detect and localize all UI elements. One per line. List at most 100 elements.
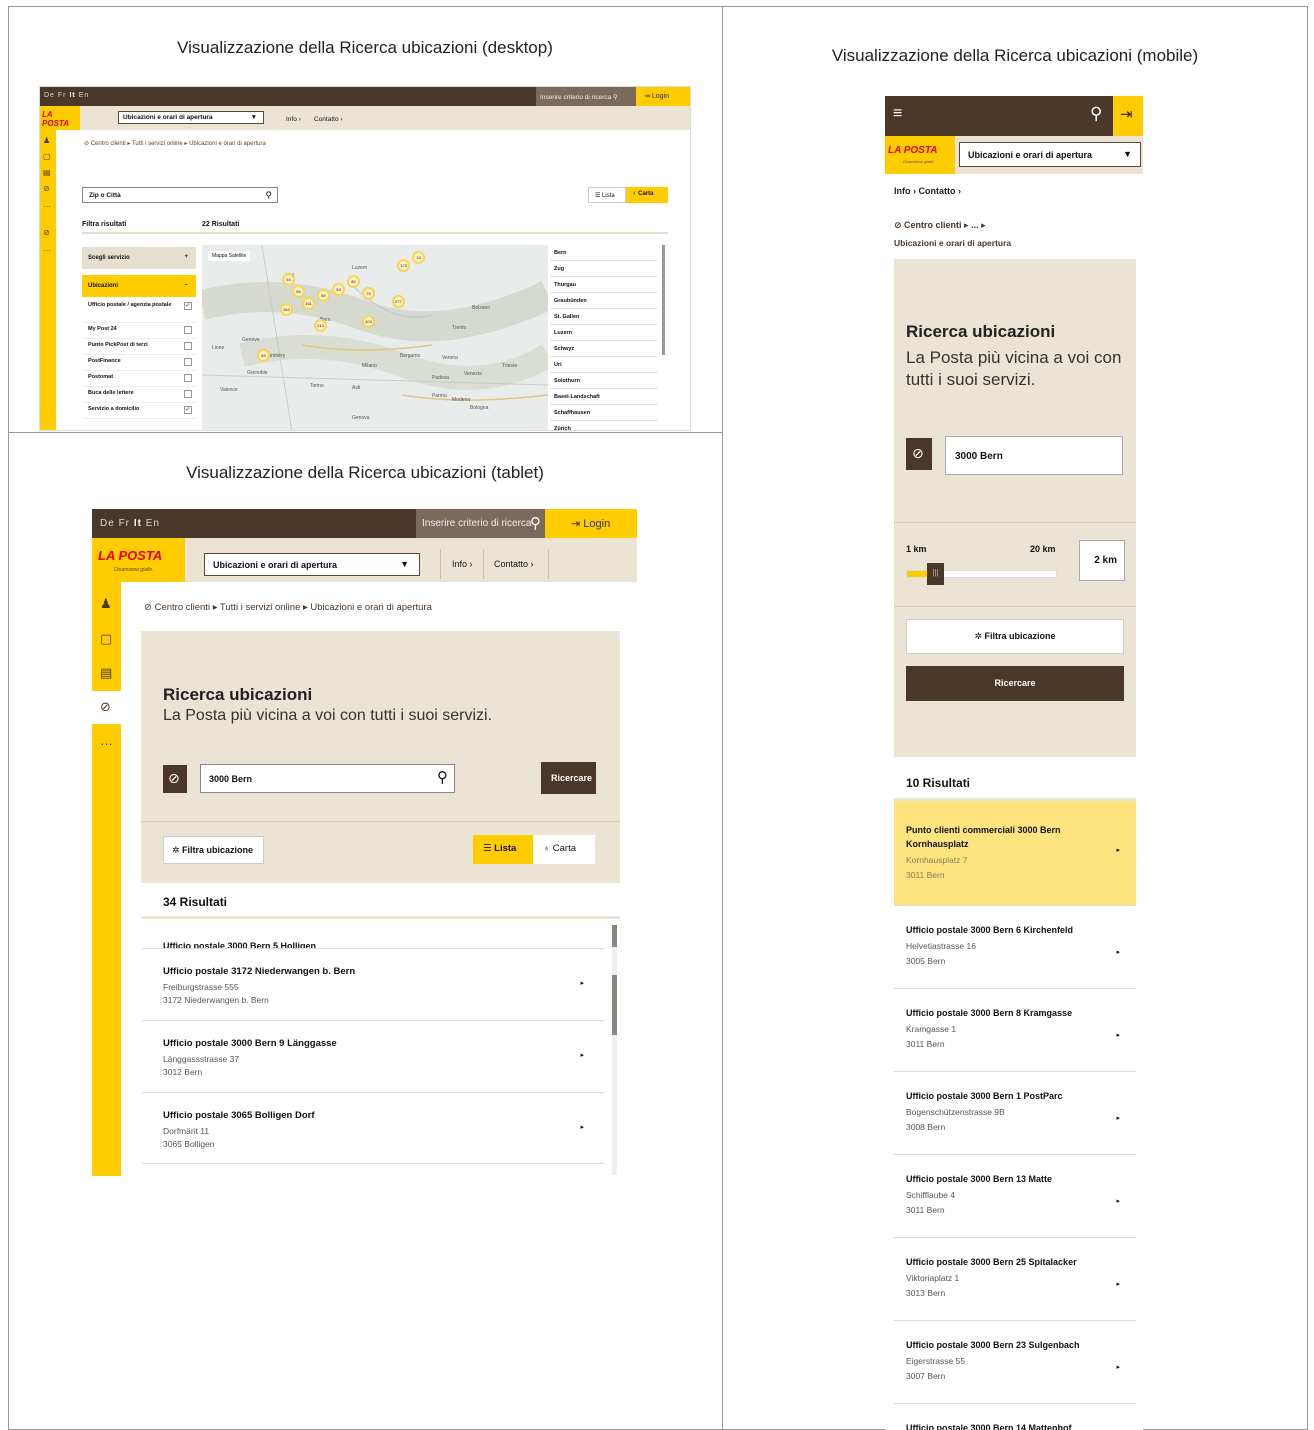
- scrollbar[interactable]: [612, 925, 617, 1175]
- filter-item[interactable]: Punto PickPost di terzi: [82, 339, 196, 355]
- map-cluster-marker[interactable]: 213: [314, 319, 327, 332]
- map-cluster-marker[interactable]: 80: [347, 275, 360, 288]
- person-icon[interactable]: ♟: [100, 596, 112, 612]
- search-icon[interactable]: ⚲: [437, 768, 448, 786]
- map-cluster-marker[interactable]: 173: [397, 259, 410, 272]
- map-cluster-marker[interactable]: 69: [257, 349, 270, 362]
- lang-fr[interactable]: Fr: [119, 518, 130, 529]
- list-item[interactable]: Ufficio postale 3172 Niederwangen b. Ber…: [141, 948, 604, 1020]
- breadcrumb-text[interactable]: Centro clienti ▸ Tutti i servizi online …: [155, 602, 432, 613]
- logo[interactable]: LA POSTA Dinamismo giallo.: [92, 538, 185, 582]
- search-icon[interactable]: ⚲: [265, 190, 272, 201]
- service-dropdown[interactable]: Ubicazioni e orari di apertura ▼: [959, 142, 1141, 167]
- canton-item[interactable]: Uri: [550, 357, 658, 373]
- map-cluster-marker[interactable]: 263: [280, 303, 293, 316]
- checkbox-checked[interactable]: ✓: [184, 406, 192, 414]
- locate-button[interactable]: ⊘: [163, 765, 187, 793]
- checkbox-checked[interactable]: ✓: [184, 302, 192, 310]
- filter-item[interactable]: Ufficio postale / agenzia postale ✓: [82, 299, 196, 323]
- zip-search-input[interactable]: Zip o Città ⚲: [82, 187, 278, 203]
- checkbox[interactable]: [184, 326, 192, 334]
- list-item[interactable]: Ufficio postale 3000 Bern 8 Kramgasse Kra…: [894, 989, 1136, 1072]
- canton-item[interactable]: Solothurn: [550, 373, 658, 389]
- list-item[interactable]: Ufficio postale 3000 Bern 14 Mattenhof: [894, 1404, 1136, 1430]
- compass-icon[interactable]: ⊘: [43, 228, 50, 237]
- filter-location-button[interactable]: ✲ Filtra ubicazione: [906, 619, 1124, 654]
- map-view-button[interactable]: ♁ Carta: [533, 835, 595, 864]
- nav-links[interactable]: Info › Contatto ›: [894, 186, 961, 196]
- filter-item[interactable]: My Post 24: [82, 323, 196, 339]
- search-icon[interactable]: ⚲: [1090, 104, 1102, 124]
- more-icon[interactable]: …: [100, 733, 113, 748]
- list-item[interactable]: Ufficio postale 3000 Bern 23 Sulgenbach E…: [894, 1321, 1136, 1404]
- location-search-input[interactable]: 3000 Bern ⚲: [200, 764, 455, 793]
- lang-it[interactable]: It: [69, 92, 75, 99]
- list-view-button[interactable]: ☰ Lista: [588, 187, 626, 203]
- canton-item[interactable]: Schwyz: [550, 341, 658, 357]
- nav-info[interactable]: Info ›: [452, 559, 473, 569]
- building-icon[interactable]: ▤: [100, 665, 112, 681]
- list-view-button[interactable]: ☰ Lista: [473, 835, 533, 864]
- map-cluster-marker[interactable]: 75: [362, 287, 375, 300]
- list-item[interactable]: Ufficio postale 3000 Bern 13 Matte Schiff…: [894, 1155, 1136, 1238]
- filter-item[interactable]: PostFinance: [82, 355, 196, 371]
- canton-item[interactable]: Bern: [550, 245, 658, 261]
- radius-input[interactable]: 2 km: [1079, 540, 1125, 581]
- lang-de[interactable]: De: [44, 92, 55, 99]
- list-item[interactable]: Ufficio postale 3065 Bolligen Dorf Dorfmä…: [141, 1092, 604, 1164]
- service-dropdown[interactable]: Ubicazioni e orari di apertura ▼: [204, 553, 420, 576]
- language-switcher[interactable]: De Fr It En: [100, 518, 160, 529]
- more-icon[interactable]: …: [43, 244, 51, 253]
- lang-en[interactable]: En: [146, 518, 160, 529]
- breadcrumb-text[interactable]: Centro clienti ▸ ... ▸: [904, 220, 986, 230]
- compass-icon[interactable]: ⊘: [100, 699, 111, 715]
- top-search-input[interactable]: Inserire criterio di ricerca ⚲: [416, 509, 545, 538]
- checkbox[interactable]: [184, 374, 192, 382]
- scrollbar[interactable]: [662, 245, 665, 355]
- filter-item[interactable]: Buca delle lettere: [82, 387, 196, 403]
- nav-contatto[interactable]: Contatto ›: [314, 116, 343, 123]
- service-dropdown[interactable]: Ubicazioni e orari di apertura ▼: [118, 111, 264, 124]
- canton-item[interactable]: Graubünden: [550, 293, 658, 309]
- canton-item[interactable]: Basel-Landschaft: [550, 389, 658, 405]
- logo[interactable]: LA POSTA: [40, 106, 80, 130]
- lang-fr[interactable]: Fr: [58, 92, 67, 99]
- map-cluster-marker[interactable]: 84: [292, 285, 305, 298]
- canton-item[interactable]: St. Gallen: [550, 309, 658, 325]
- map[interactable]: Mappa Satellite BernBielLuzernGenèveLion…: [202, 245, 548, 430]
- menu-icon[interactable]: ≡: [893, 105, 902, 123]
- person-icon[interactable]: ♟: [43, 136, 50, 145]
- building-icon[interactable]: ▤: [43, 168, 51, 177]
- checkbox[interactable]: [184, 342, 192, 350]
- login-button[interactable]: ⇥ Login: [545, 509, 637, 538]
- search-icon[interactable]: ⚲: [613, 94, 618, 101]
- lang-de[interactable]: De: [100, 518, 115, 529]
- map-type-toggle[interactable]: Mappa Satellite: [208, 251, 251, 261]
- map-view-button[interactable]: ♁ Carta: [626, 187, 668, 203]
- canton-item[interactable]: Zug: [550, 261, 658, 277]
- search-button[interactable]: Ricercare: [906, 666, 1124, 701]
- radius-slider-handle[interactable]: |||: [927, 563, 944, 585]
- lang-en[interactable]: En: [79, 92, 90, 99]
- canton-item[interactable]: Luzern: [550, 325, 658, 341]
- list-item[interactable]: Ufficio postale 3000 Bern 9 Länggasse Län…: [141, 1020, 604, 1092]
- locate-button[interactable]: ⊘: [906, 438, 932, 470]
- login-button[interactable]: ⇥ Login: [636, 87, 690, 106]
- accordion-scegli-servizio[interactable]: Scegli servizio +: [82, 247, 196, 269]
- map-cluster-marker[interactable]: 203: [362, 315, 375, 328]
- location-search-input[interactable]: 3000 Bern: [945, 436, 1123, 475]
- list-item[interactable]: Ufficio postale 3000 Bern 6 Kirchenfeld H…: [894, 906, 1136, 989]
- map-cluster-marker[interactable]: 13: [412, 251, 425, 264]
- filter-item[interactable]: Servizio a domicilio ✓: [82, 403, 196, 419]
- canton-item[interactable]: Thurgau: [550, 277, 658, 293]
- filter-location-button[interactable]: ✲ Filtra ubicazione: [163, 836, 264, 864]
- login-icon[interactable]: ⇥: [1113, 96, 1143, 136]
- map-cluster-marker[interactable]: 53: [332, 283, 345, 296]
- lang-it[interactable]: It: [134, 518, 142, 529]
- accordion-ubicazioni[interactable]: Ubicazioni –: [82, 275, 196, 297]
- search-button[interactable]: Ricercare: [541, 762, 596, 794]
- list-item-partial[interactable]: Ufficio postale 3000 Bern 5 Holligen: [163, 941, 316, 948]
- language-switcher[interactable]: De Fr It En: [44, 92, 89, 99]
- more-icon[interactable]: …: [43, 200, 51, 209]
- map-cluster-marker[interactable]: 89: [317, 289, 330, 302]
